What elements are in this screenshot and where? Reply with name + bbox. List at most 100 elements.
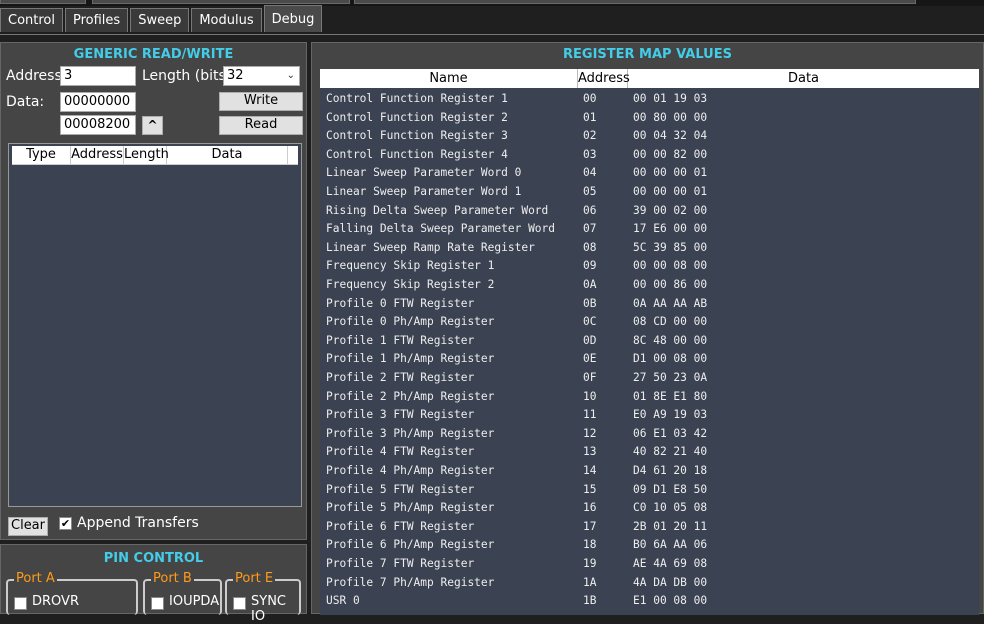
port-b-label: Port B <box>151 571 194 587</box>
column-address[interactable]: Address <box>71 146 124 164</box>
table-row[interactable]: Profile 2 Ph/Amp Register 10 01 8E E1 80 <box>320 388 979 406</box>
chevron-up-icon[interactable]: ^ <box>142 116 163 135</box>
register-data-cell: 00 01 19 03 <box>633 92 708 105</box>
table-row[interactable]: Profile 2 FTW Register 0F 27 50 23 0A <box>320 369 979 387</box>
tab-control[interactable]: Control <box>0 8 63 32</box>
table-row[interactable]: Control Function Register 4 03 00 00 82 00 <box>320 146 979 164</box>
read-button[interactable]: Read <box>219 116 303 135</box>
append-transfers-checkbox[interactable]: ✔ <box>59 517 72 530</box>
write-button[interactable]: Write <box>219 92 303 111</box>
table-row[interactable]: Profile 3 FTW Register 11 E0 A9 19 03 <box>320 406 979 424</box>
table-row[interactable]: Profile 0 FTW Register 0B 0A AA AA AB <box>320 295 979 313</box>
table-row[interactable]: Profile 5 FTW Register 15 09 D1 E8 50 <box>320 481 979 499</box>
column-data[interactable]: Data <box>628 69 979 88</box>
register-data-cell: 17 E6 00 00 <box>633 222 708 236</box>
tab-profiles[interactable]: Profiles <box>65 8 129 32</box>
register-address-cell: 04 <box>583 166 597 180</box>
sync-io-label: SYNC IO <box>251 594 286 624</box>
column-length[interactable]: Length <box>124 146 169 164</box>
register-address-cell: 0E <box>583 352 597 366</box>
register-name-cell: Profile 4 FTW Register <box>326 445 475 459</box>
column-address[interactable]: Address <box>578 69 630 88</box>
data-input[interactable]: 00000000 <box>60 92 136 112</box>
register-table-body[interactable]: Control Function Register 1 00 00 01 19 03… <box>320 88 979 615</box>
register-name-cell: Profile 0 Ph/Amp Register <box>326 315 495 329</box>
tab-sweep[interactable]: Sweep <box>130 8 190 32</box>
register-address-cell: 07 <box>583 222 597 236</box>
transfer-list[interactable]: Type Address Length Data <box>8 143 302 507</box>
table-row[interactable]: Profile 5 Ph/Amp Register 16 C0 10 05 08 <box>320 499 979 517</box>
register-data-cell: 5C 39 85 00 <box>633 240 708 254</box>
register-data-cell: 2B 01 20 11 <box>633 519 708 533</box>
table-row[interactable]: Profile 1 Ph/Amp Register 0E D1 00 08 00 <box>320 350 979 368</box>
panel-title: REGISTER MAP VALUES <box>563 47 732 62</box>
register-address-cell: 0D <box>583 333 597 347</box>
table-row[interactable]: Profile 7 Ph/Amp Register 1A 4A DA DB 00 <box>320 574 979 592</box>
table-row[interactable]: Profile 6 Ph/Amp Register 18 B0 6A AA 06 <box>320 536 979 554</box>
register-name-cell: Profile 5 FTW Register <box>326 482 475 496</box>
register-data-cell: 09 D1 E8 50 <box>633 482 708 496</box>
table-row[interactable]: Linear Sweep Parameter Word 0 04 00 00 00 … <box>320 164 979 182</box>
sync-io-checkbox[interactable] <box>233 597 246 610</box>
clear-button[interactable]: Clear <box>8 517 48 536</box>
register-address-cell: 12 <box>583 426 597 440</box>
toolbar-fragment <box>92 0 350 4</box>
register-data-cell: 08 CD 00 00 <box>633 315 708 329</box>
table-row[interactable]: USR 0 1B E1 00 08 00 <box>320 592 979 610</box>
table-row[interactable]: Profile 4 FTW Register 13 40 82 21 40 <box>320 443 979 461</box>
port-e-group: Port E SYNC IO <box>225 571 301 624</box>
register-name-cell: Profile 7 FTW Register <box>326 557 475 570</box>
table-row[interactable]: Control Function Register 2 01 00 80 00 00 <box>320 109 979 127</box>
table-row[interactable]: Falling Delta Sweep Parameter Word 07 17 E… <box>320 220 979 238</box>
table-row[interactable]: Profile 0 Ph/Amp Register 0C 08 CD 00 00 <box>320 313 979 331</box>
table-row[interactable]: Linear Sweep Parameter Word 1 05 00 00 00 … <box>320 183 979 201</box>
register-address-cell: 15 <box>583 482 597 496</box>
port-e-label: Port E <box>233 571 276 587</box>
column-name[interactable]: Name <box>320 69 578 88</box>
table-row[interactable]: Profile 3 Ph/Amp Register 12 06 E1 03 42 <box>320 425 979 443</box>
tab-bar: Control Profiles Sweep Modulus Debug <box>0 5 324 34</box>
length-value: 32 <box>227 68 244 83</box>
register-address-cell: 0C <box>583 315 597 329</box>
register-address-cell: 0F <box>583 371 597 384</box>
table-row[interactable]: Control Function Register 1 00 00 01 19 03 <box>320 90 979 108</box>
drovr-checkbox[interactable] <box>14 597 27 610</box>
register-address-cell: 0B <box>583 296 597 310</box>
register-name-cell: Frequency Skip Register 2 <box>326 278 495 291</box>
register-data-cell: B0 6A AA 06 <box>633 538 708 552</box>
table-row[interactable]: Frequency Skip Register 2 0A 00 00 86 00 <box>320 276 979 294</box>
register-name-cell: Profile 6 FTW Register <box>326 519 475 533</box>
register-data-cell: 4A DA DB 00 <box>633 575 708 589</box>
drovr-label: DROVR <box>32 594 79 609</box>
ioupdate-label: IOUPDA <box>169 594 220 609</box>
tab-modulus[interactable]: Modulus <box>191 8 262 32</box>
register-data-cell: E0 A9 19 03 <box>633 408 708 422</box>
register-address-cell: 18 <box>583 538 597 552</box>
table-row[interactable]: Rising Delta Sweep Parameter Word 06 39 00… <box>320 202 979 220</box>
length-select[interactable]: 32 ⌄ <box>223 66 300 86</box>
register-address-cell: 13 <box>583 445 597 459</box>
register-address-cell: 17 <box>583 519 597 533</box>
toolbar-fragment <box>354 0 916 4</box>
register-data-cell: AE 4A 69 08 <box>633 557 708 570</box>
column-type[interactable]: Type <box>12 146 71 164</box>
column-data[interactable]: Data <box>167 146 288 164</box>
table-row[interactable]: Profile 4 Ph/Amp Register 14 D4 61 20 18 <box>320 462 979 480</box>
table-row[interactable]: Control Function Register 3 02 00 04 32 04 <box>320 127 979 145</box>
register-address-cell: 0A <box>583 278 597 291</box>
tab-debug[interactable]: Debug <box>263 5 323 32</box>
register-data-cell: D4 61 20 18 <box>633 464 708 477</box>
address-input[interactable]: 3 <box>60 66 136 86</box>
register-data-cell: 00 00 86 00 <box>633 278 708 291</box>
length-label: Length (bits): <box>142 68 236 84</box>
table-row[interactable]: Linear Sweep Ramp Rate Register 08 5C 39 8… <box>320 239 979 257</box>
table-row[interactable]: Frequency Skip Register 1 09 00 00 08 00 <box>320 257 979 275</box>
register-address-cell: 01 <box>583 110 597 124</box>
ioupdate-checkbox[interactable] <box>151 597 164 610</box>
port-b-group: Port B IOUPDA <box>143 571 222 615</box>
table-row[interactable]: Profile 7 FTW Register 19 AE 4A 69 08 <box>320 555 979 573</box>
table-row[interactable]: Profile 1 FTW Register 0D 8C 48 00 00 <box>320 332 979 350</box>
register-address-cell: 02 <box>583 129 597 143</box>
register-name-cell: Linear Sweep Parameter Word 1 <box>326 185 522 198</box>
table-row[interactable]: Profile 6 FTW Register 17 2B 01 20 11 <box>320 518 979 536</box>
